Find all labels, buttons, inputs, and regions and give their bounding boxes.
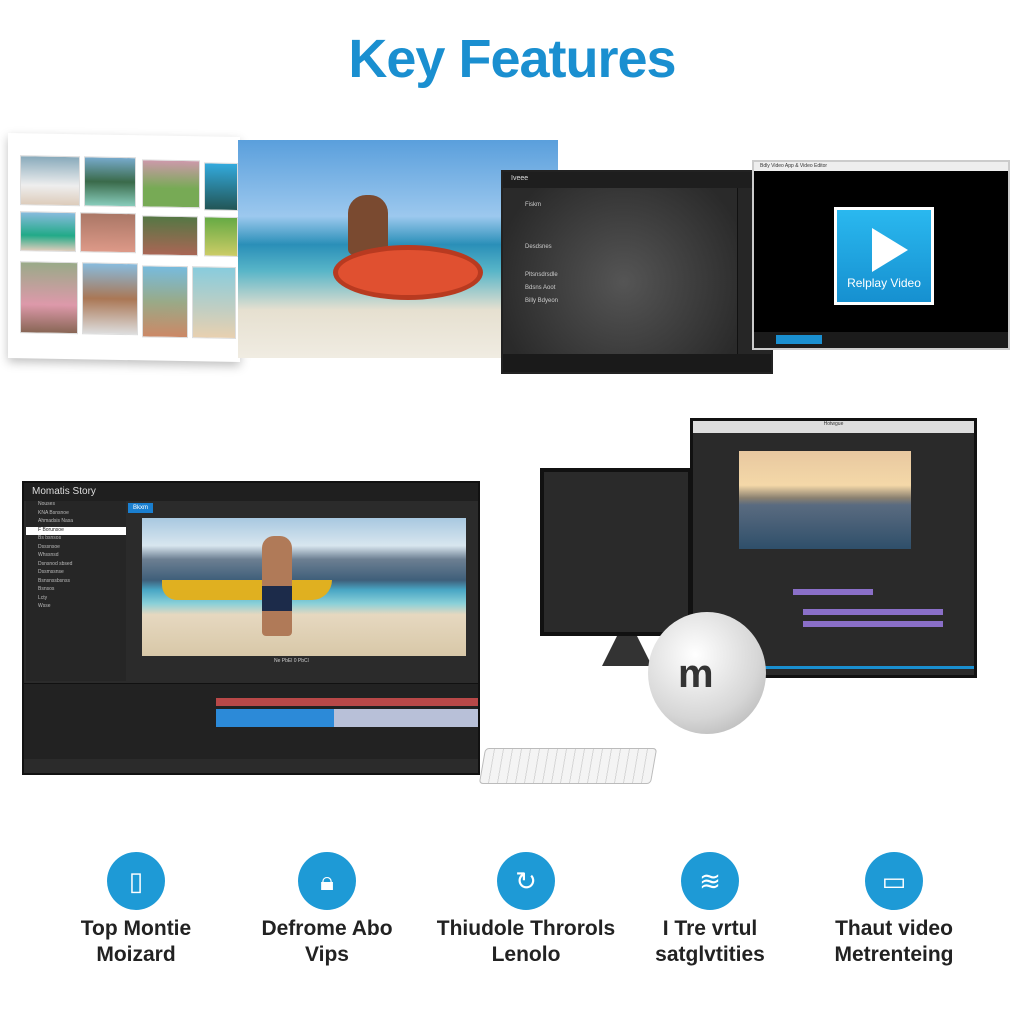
feature-label: I Tre vrtul satglvtities [655,917,765,966]
tree-item[interactable]: Bsnsos [26,586,126,595]
lock-icon: 🔒︎ [298,852,356,910]
page-title: Key Features [348,29,676,89]
play-icon [872,228,908,272]
tree-item[interactable]: Dsnsnod sbsed [26,561,126,570]
media-tree: Nouses KNA Bsnsnoe Ahmadsis Nasa F Borunsoe… [26,501,126,681]
menu-item[interactable]: Pltsnsdrsdle [525,272,558,278]
laptop-icon: ▭ [865,852,923,910]
paddleboard-video [739,451,911,549]
menu-item[interactable]: Desdsnes [525,244,552,250]
video-editor-window: Momatis Story Nouses KNA Bsnsnoe Ahmadsis … [22,481,480,775]
timeline-track[interactable] [793,589,873,595]
replay-label: Relplay Video [847,276,921,290]
tree-item[interactable]: Nouses [26,501,126,510]
signal-icon: ≋ [681,852,739,910]
player-title-bar: Bdly Video App & Video Editor [754,162,1008,171]
logo-sphere: m [648,612,766,734]
tree-item[interactable]: Bs bsnsos [26,535,126,544]
inflatable-tube [333,245,483,300]
tree-item[interactable]: Dsssnsoe [26,544,126,553]
tree-item[interactable]: Lcty [26,595,126,604]
tree-item[interactable]: Bsnsnssbsnss [26,578,126,587]
menu-item[interactable]: Fiskm [525,202,541,208]
feature-item: ▯ Top Montie Moizard [41,852,231,968]
timeline-track[interactable] [803,621,943,627]
feature-label: Thaut video Metrenteing [834,917,954,966]
video-player-window: Bdly Video App & Video Editor Relplay Vi… [752,160,1010,350]
editor-title: Momatis Story [24,483,478,501]
feature-label: Top Montie Moizard [80,917,192,966]
monitor-stand [602,636,652,666]
man-figure [262,536,292,636]
refresh-icon: ↻ [497,852,555,910]
replay-video-button[interactable]: Relplay Video [834,207,934,305]
status-bar [503,354,771,372]
timeline-track[interactable] [803,609,943,615]
preview-viewer [142,518,466,656]
keyboard [478,748,658,784]
m-logo-icon: m [678,652,714,696]
app-title: Iveee [503,172,771,188]
feature-item: 🔒︎ Defrome Abo Vips [232,852,422,968]
video-clip[interactable] [216,709,478,727]
tree-item[interactable]: Dssmssnse [26,569,126,578]
audio-clip[interactable] [216,698,478,706]
feature-label: Thiudole Throrols Lenolo [436,917,616,966]
editor-tab[interactable]: Bkxm [128,503,153,513]
monitor-title: Hotwgue [693,421,974,433]
secondary-monitor [540,468,692,636]
tree-item[interactable]: Whssnsd [26,552,126,561]
dark-app-window: Iveee Fiskm Desdsnes Pltsnsdrsdle Bdsns … [501,170,773,374]
feature-item: ▭ Thaut video Metrenteing [799,852,989,968]
feature-item: ≋ I Tre vrtul satglvtities [615,852,805,968]
feature-item: ↻ Thiudole Throrols Lenolo [431,852,621,968]
tree-item[interactable]: Wsse [26,603,126,612]
photo-gallery-card [8,132,240,363]
timecode: Ne PbEl 0 PbCl [274,658,309,664]
menu-item[interactable]: Bdsns Aoot [525,285,555,291]
tree-item[interactable]: F Borunsoe [26,526,126,535]
tree-item[interactable]: Ahmadsis Nasa [26,518,126,527]
phone-icon: ▯ [107,852,165,910]
kayak [162,580,332,600]
player-controls[interactable] [754,332,1008,348]
feature-label: Defrome Abo Vips [261,917,393,966]
tree-item[interactable]: KNA Bsnsnoe [26,510,126,519]
menu-item[interactable]: Billy Bdyeon [525,298,558,304]
